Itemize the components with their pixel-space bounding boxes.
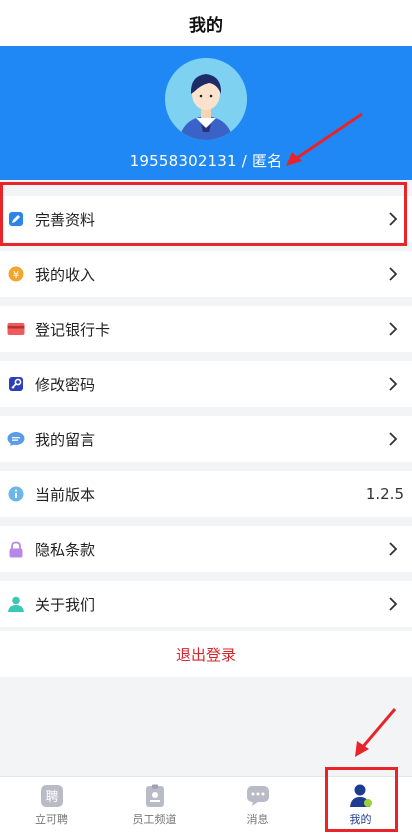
annotation-arrow <box>286 112 363 166</box>
chevron-right-icon <box>376 321 398 337</box>
menu-item-label: 修改密码 <box>35 375 96 394</box>
info-icon <box>7 485 25 503</box>
menu-item-change-password[interactable]: 修改密码 <box>0 361 412 407</box>
menu-item-label: 当前版本 <box>35 485 96 504</box>
page-title: 我的 <box>189 15 223 36</box>
menu-item-about-us[interactable]: 关于我们 <box>0 581 412 627</box>
chevron-right-icon <box>376 376 398 392</box>
menu-item-label: 隐私条款 <box>35 540 96 559</box>
menu-item-label: 关于我们 <box>35 595 96 614</box>
hire-icon: 聘 <box>40 785 63 807</box>
svg-text:¥: ¥ <box>13 270 19 281</box>
menu-item-my-messages[interactable]: 我的留言 <box>0 416 412 462</box>
menu-item-my-income[interactable]: ¥ 我的收入 <box>0 251 412 297</box>
logout-button[interactable]: 退出登录 <box>0 631 412 677</box>
chevron-right-icon <box>376 431 398 447</box>
menu-item-label: 完善资料 <box>35 210 96 229</box>
tab-messages[interactable]: 消息 <box>206 777 309 834</box>
tab-hire[interactable]: 聘 立可聘 <box>0 777 103 834</box>
yen-coin-icon: ¥ <box>7 265 25 283</box>
version-value: 1.2.5 <box>365 485 404 503</box>
svg-text:聘: 聘 <box>45 790 58 805</box>
bank-card-icon <box>7 320 25 338</box>
menu-item-label: 登记银行卡 <box>35 320 111 339</box>
bottom-tab-bar: 聘 立可聘 员工频道 消息 我的 <box>0 776 412 834</box>
profile-page: 我的 19558302131 / 匿名 完善资料 ¥ 我的收入 登记银行卡 修改… <box>0 0 412 834</box>
tab-label: 立可聘 <box>35 813 68 826</box>
chevron-right-icon <box>376 596 398 612</box>
chevron-right-icon <box>376 266 398 282</box>
avatar[interactable] <box>165 58 247 140</box>
tab-label: 员工频道 <box>132 813 177 826</box>
chat-icon <box>246 786 269 806</box>
person-icon <box>7 595 25 613</box>
menu-item-complete-profile[interactable]: 完善资料 <box>0 196 412 242</box>
message-bubble-icon <box>7 430 25 448</box>
top-bar: 我的 <box>0 0 412 46</box>
badge-icon <box>145 784 164 807</box>
menu-item-label: 我的留言 <box>35 430 96 449</box>
tab-staff-channel[interactable]: 员工频道 <box>103 777 206 834</box>
tab-label: 消息 <box>246 813 269 826</box>
profile-phone-name: 19558302131 / 匿名 <box>129 152 283 170</box>
key-icon <box>7 375 25 393</box>
chevron-right-icon <box>376 541 398 557</box>
user-icon <box>349 784 372 807</box>
menu-item-privacy-policy[interactable]: 隐私条款 <box>0 526 412 572</box>
menu-item-bank-card[interactable]: 登记银行卡 <box>0 306 412 352</box>
menu-item-label: 我的收入 <box>35 265 96 284</box>
annotation-arrow <box>355 708 397 757</box>
edit-icon <box>7 210 25 228</box>
logout-label: 退出登录 <box>175 645 236 664</box>
chevron-right-icon <box>376 211 398 227</box>
profile-header: 19558302131 / 匿名 <box>0 46 412 180</box>
avatar-illustration <box>165 58 247 140</box>
tab-mine[interactable]: 我的 <box>309 777 412 834</box>
menu-item-current-version[interactable]: 当前版本 1.2.5 <box>0 471 412 517</box>
lock-icon <box>7 540 25 558</box>
tab-label: 我的 <box>349 813 372 826</box>
